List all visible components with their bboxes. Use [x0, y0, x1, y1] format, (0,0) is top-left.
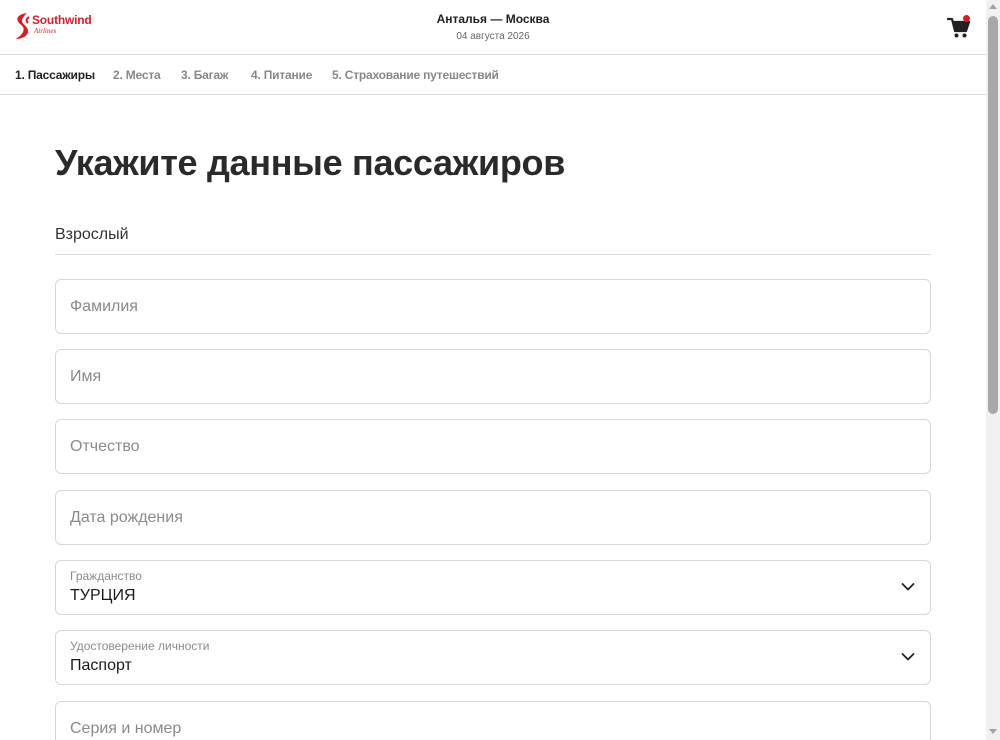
flight-route: Анталья — Москва	[436, 12, 550, 26]
step-seats[interactable]: 2. Места	[113, 68, 161, 82]
step-meals[interactable]: 4. Питание	[251, 68, 312, 82]
scroll-up-arrow-icon[interactable]	[989, 4, 997, 9]
flight-date: 04 августа 2026	[456, 31, 530, 42]
top-header: Southwind Airlines Анталья — Москва 04 а…	[0, 0, 986, 55]
scroll-down-arrow-icon[interactable]	[989, 729, 997, 734]
step-insurance[interactable]: 5. Страхование путешествий	[332, 68, 499, 82]
chevron-down-icon	[901, 653, 915, 661]
page-title: Укажите данные пассажиров	[55, 142, 566, 183]
chevron-down-icon	[901, 583, 915, 591]
booking-steps: 1. Пассажиры 2. Места 3. Багаж 4. Питани…	[0, 55, 986, 95]
step-passengers[interactable]: 1. Пассажиры	[15, 68, 95, 82]
doc-number-input[interactable]	[70, 702, 910, 740]
first-name-input[interactable]	[70, 350, 910, 403]
middle-name-input[interactable]	[70, 420, 910, 473]
doc-number-field[interactable]	[55, 701, 931, 740]
id-document-value: Паспорт	[70, 657, 132, 674]
citizenship-value: ТУРЦИЯ	[70, 587, 136, 604]
cart-button[interactable]	[946, 14, 972, 40]
last-name-field[interactable]	[55, 279, 931, 334]
id-document-label: Удостоверение личности	[70, 639, 210, 653]
citizenship-label: Гражданство	[70, 569, 142, 583]
middle-name-field[interactable]	[55, 419, 931, 474]
first-name-field[interactable]	[55, 349, 931, 404]
section-divider	[55, 254, 931, 255]
scrollbar[interactable]	[986, 0, 1000, 740]
passenger-type-label: Взрослый	[55, 226, 129, 243]
birth-date-input[interactable]	[70, 491, 910, 544]
scrollbar-thumb[interactable]	[988, 16, 998, 414]
citizenship-select[interactable]: Гражданство ТУРЦИЯ	[55, 560, 931, 615]
birth-date-field[interactable]	[55, 490, 931, 545]
id-document-select[interactable]: Удостоверение личности Паспорт	[55, 630, 931, 685]
booking-page: Southwind Airlines Анталья — Москва 04 а…	[0, 0, 1000, 740]
cart-badge	[963, 15, 970, 22]
last-name-input[interactable]	[70, 280, 910, 333]
step-baggage[interactable]: 3. Багаж	[181, 68, 228, 82]
